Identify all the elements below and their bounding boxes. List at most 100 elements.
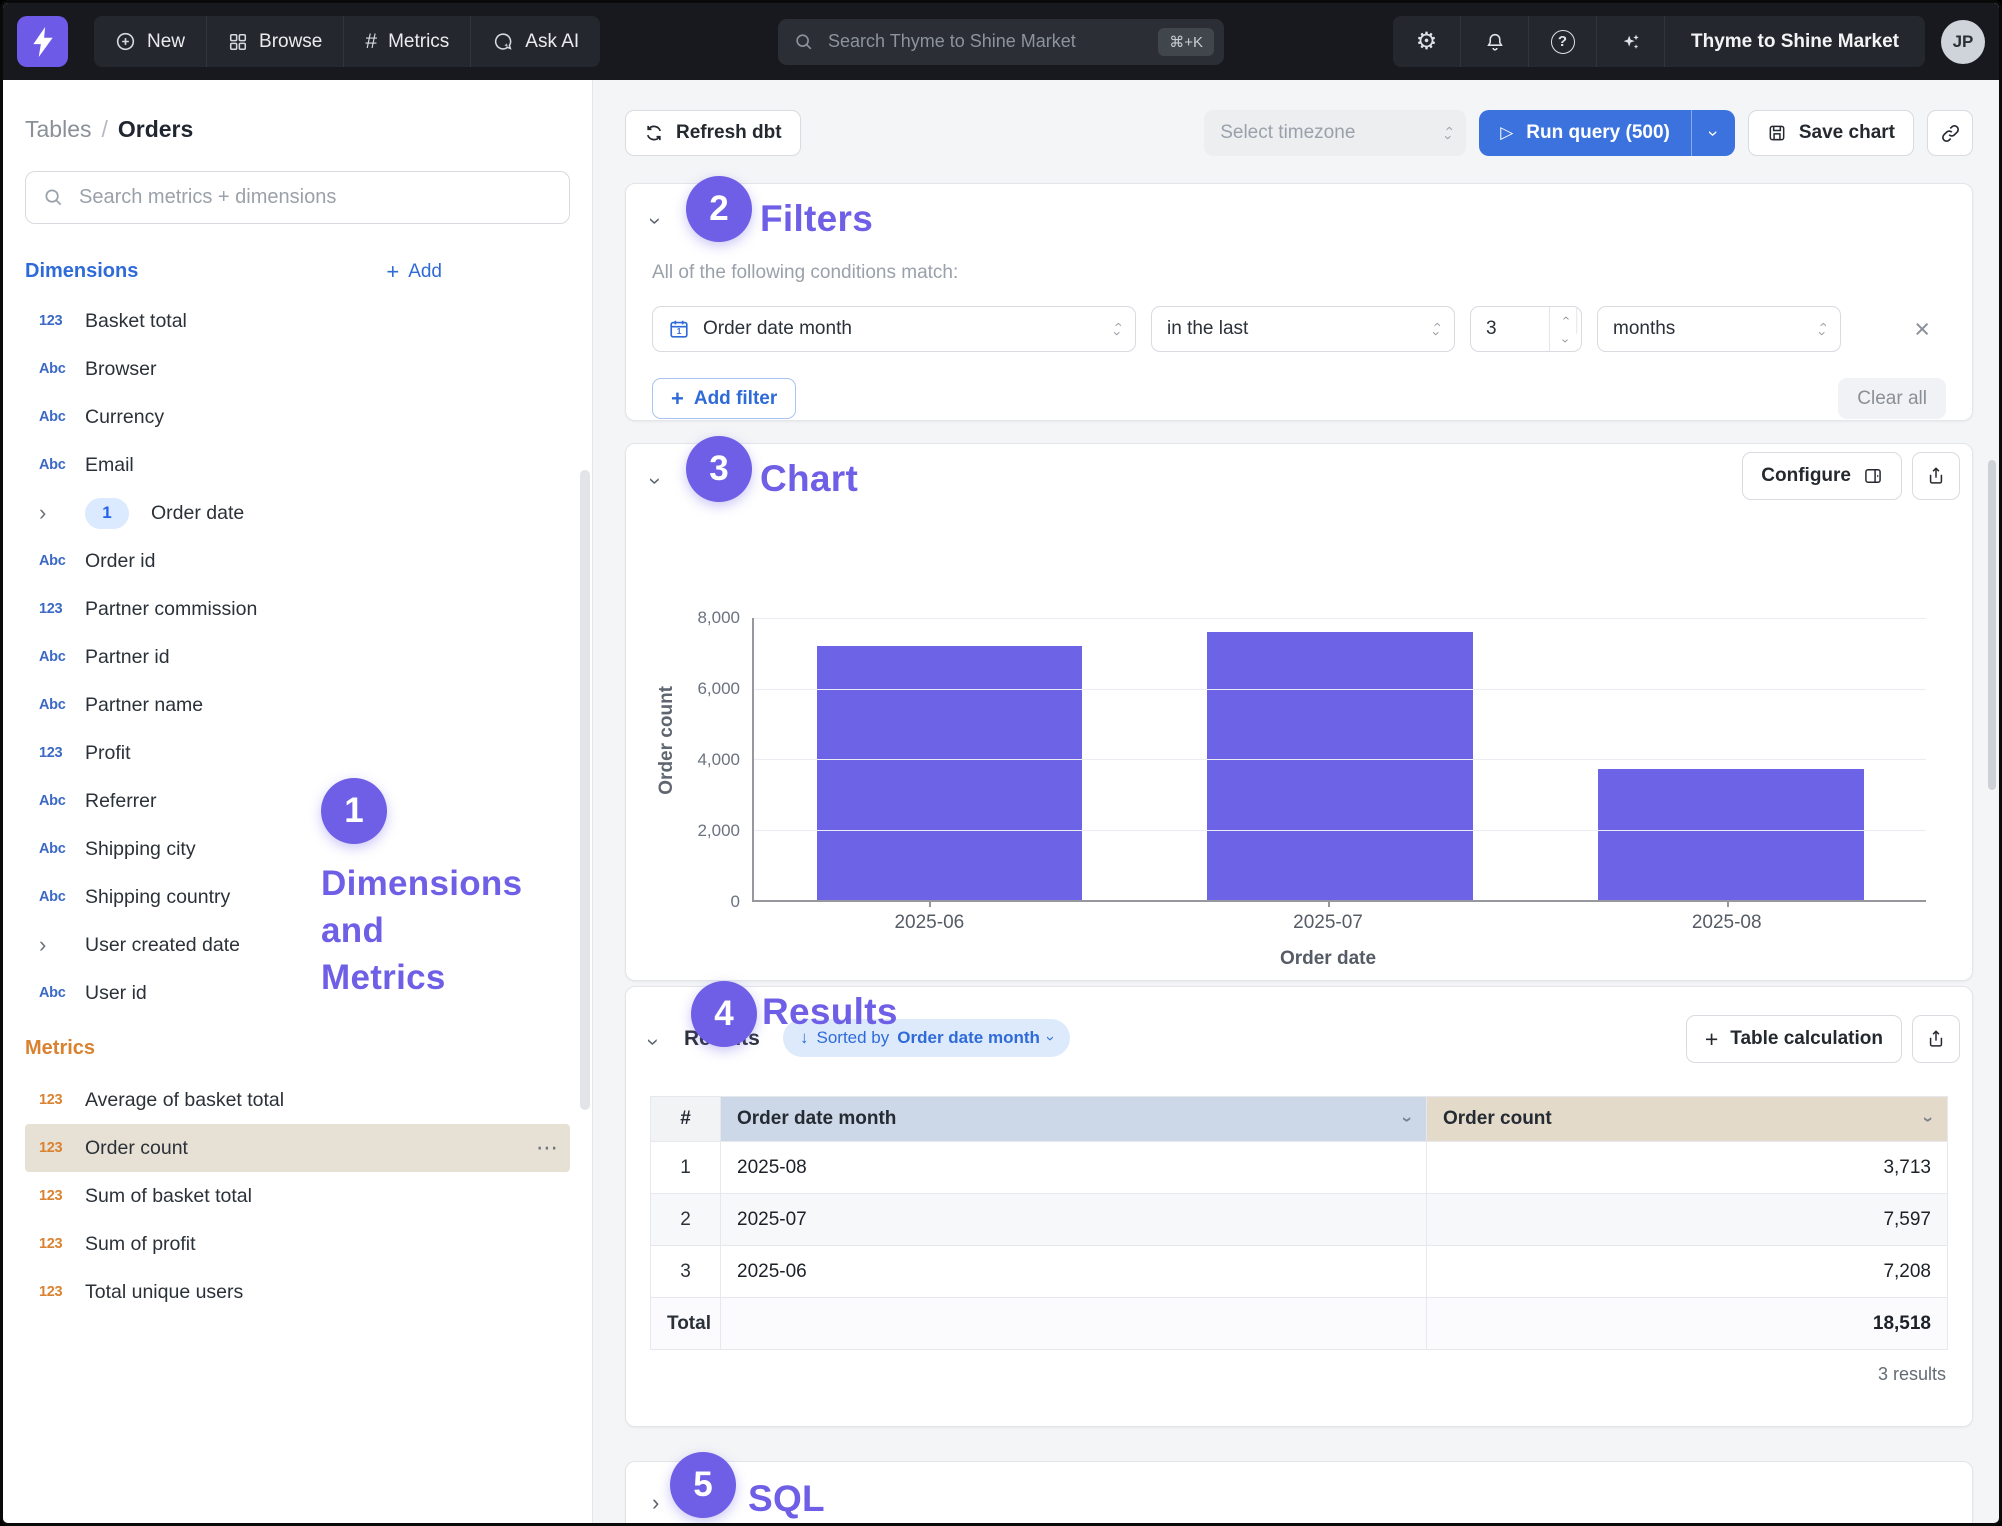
cell-metric[interactable]: 7,208 [1427,1246,1948,1298]
filter-operator-select[interactable]: in the last ›› [1151,306,1455,352]
value-stepper[interactable]: ›› [1549,307,1581,351]
x-axis-ticks: 2025-062025-072025-08 [730,912,1926,934]
cell-dimension[interactable]: 2025-08 [721,1142,1427,1194]
field-item-total-unique-users[interactable]: 123Total unique users [25,1268,570,1316]
annotation-2-label: Filters [760,198,873,240]
filter-field-select[interactable]: 1 Order date month ›› [652,306,1136,352]
field-label: Order date [151,502,244,525]
breadcrumb-tables[interactable]: Tables [25,116,91,142]
gridline [754,759,1926,760]
string-type-icon: Abc [39,409,85,425]
ai-sparkles-button[interactable] [1597,16,1665,67]
annotation-3-circle: 3 [686,436,752,502]
refresh-dbt-button[interactable]: Refresh dbt [625,110,801,156]
results-table: # Order date month› Order count› 12025-0… [650,1096,1948,1350]
cell-dimension[interactable]: 2025-07 [721,1194,1427,1246]
field-item-sum-of-basket-total[interactable]: 123Sum of basket total [25,1172,570,1220]
cell-dimension[interactable]: 2025-06 [721,1246,1427,1298]
global-search[interactable]: ⌘+K [778,19,1224,65]
add-filter-button[interactable]: +Add filter [652,378,796,419]
add-dimension-button[interactable]: +Add [386,261,442,283]
field-item-email[interactable]: AbcEmail [25,441,570,489]
export-results-button[interactable] [1912,1015,1960,1063]
notifications-button[interactable] [1461,16,1529,67]
refresh-icon [644,123,664,143]
field-item-order-date[interactable]: ›1Order date [25,489,570,537]
y-tick-label: 8,000 [697,608,740,628]
lightning-logo[interactable] [17,16,68,67]
cell-metric[interactable]: 3,713 [1427,1142,1948,1194]
number-type-icon: 123 [39,1140,85,1156]
row-index: 2 [651,1194,721,1246]
export-chart-button[interactable] [1912,452,1960,500]
link-icon [1940,123,1961,144]
ask-ai-button[interactable]: Ask AI [471,16,600,67]
column-header-index[interactable]: # [651,1097,721,1142]
fields-search-input[interactable] [77,185,552,210]
field-label: User created date [85,934,240,957]
field-item-sum-of-profit[interactable]: 123Sum of profit [25,1220,570,1268]
save-chart-button[interactable]: Save chart [1748,110,1914,156]
configure-button[interactable]: Configure [1742,452,1902,500]
settings-button[interactable]: ⚙ [1393,16,1461,67]
field-item-basket-total[interactable]: 123Basket total [25,297,570,345]
string-type-icon: Abc [39,841,85,857]
y-tick-label: 0 [731,892,740,912]
clear-all-button[interactable]: Clear all [1838,378,1946,419]
run-query-button[interactable]: ▷ Run query (500) › [1479,110,1735,156]
bar-2025-06[interactable] [817,646,1083,900]
field-item-partner-name[interactable]: AbcPartner name [25,681,570,729]
dimensions-header: Dimensions +Add [25,260,570,283]
column-header-metric[interactable]: Order count› [1427,1097,1948,1142]
field-item-partner-id[interactable]: AbcPartner id [25,633,570,681]
global-search-input[interactable] [826,30,1146,53]
field-item-partner-commission[interactable]: 123Partner commission [25,585,570,633]
row-index: 1 [651,1142,721,1194]
expand-chevron-icon[interactable]: › [652,1490,659,1516]
browse-button[interactable]: Browse [207,16,344,67]
chevron-right-icon[interactable]: › [39,502,85,524]
org-name[interactable]: Thyme to Shine Market [1665,16,1925,67]
chart-plot-area [752,618,1926,902]
collapse-chevron-icon[interactable]: › [641,1038,667,1045]
cell-metric[interactable]: 7,597 [1427,1194,1948,1246]
field-item-average-of-basket-total[interactable]: 123Average of basket total [25,1076,570,1124]
chart-panel: › 3 Chart Configure [625,443,1973,981]
field-label: Email [85,454,134,477]
share-link-button[interactable] [1927,110,1973,156]
field-item-currency[interactable]: AbcCurrency [25,393,570,441]
bar-2025-07[interactable] [1207,632,1473,900]
field-menu-icon[interactable]: ⋯ [536,1135,560,1161]
field-item-order-count[interactable]: 123Order count⋯ [25,1124,570,1172]
y-axis-ticks: 8,0006,0004,0002,0000 [678,618,752,902]
collapse-chevron-icon[interactable]: › [645,217,667,224]
main-scrollbar[interactable] [1988,460,1996,790]
new-button[interactable]: New [94,16,207,67]
field-label: Partner id [85,646,170,669]
user-avatar[interactable]: JP [1941,20,1985,64]
remove-filter-button[interactable]: × [1914,316,1930,343]
sidebar-scrollbar[interactable] [580,470,590,1110]
bar-2025-08[interactable] [1598,769,1864,900]
chat-star-icon [492,31,514,53]
collapse-chevron-icon[interactable]: › [645,477,667,484]
column-header-dimension[interactable]: Order date month› [721,1097,1427,1142]
grid-icon [228,32,248,52]
table-calculation-button[interactable]: + Table calculation [1686,1015,1902,1063]
metrics-button[interactable]: # Metrics [344,16,471,67]
filter-value-input[interactable]: 3 ›› [1470,306,1582,352]
field-item-order-id[interactable]: AbcOrder id [25,537,570,585]
timezone-select[interactable]: Select timezone ›› [1204,110,1466,156]
chevron-right-icon[interactable]: › [39,934,85,956]
fields-search[interactable] [25,171,570,224]
help-button[interactable]: ? [1529,16,1597,67]
field-item-profit[interactable]: 123Profit [25,729,570,777]
y-axis-label: Order count [656,686,678,795]
field-item-browser[interactable]: AbcBrowser [25,345,570,393]
search-icon [794,32,814,52]
plus-icon: + [386,261,399,283]
row-index: 3 [651,1246,721,1298]
run-query-caret[interactable]: › [1691,110,1735,156]
filter-unit-select[interactable]: months ›› [1597,306,1841,352]
number-type-icon: 123 [39,1188,85,1204]
